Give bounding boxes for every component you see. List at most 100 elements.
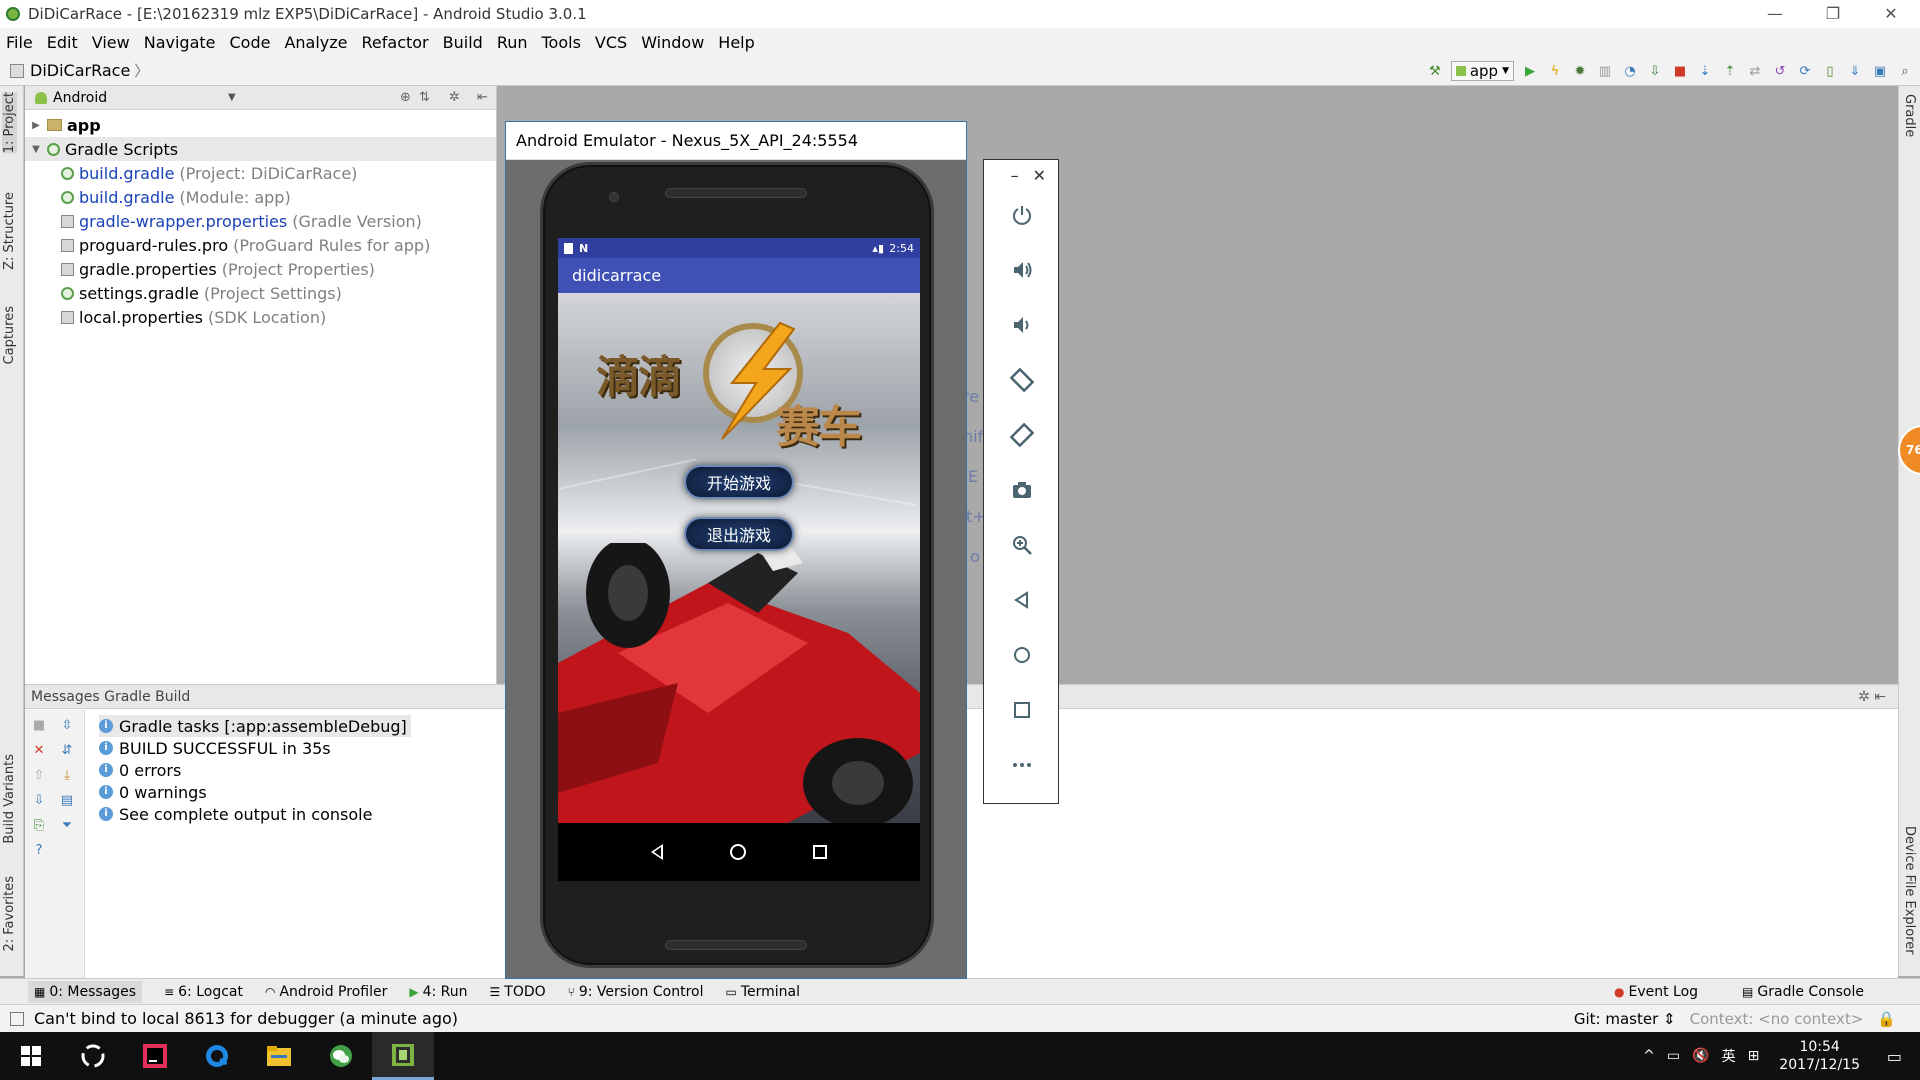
file-explorer-icon[interactable] [248,1032,310,1080]
close-icon[interactable]: ✕ [31,743,47,759]
scroll-from-source-icon[interactable]: ⊕ [400,90,411,105]
git-branch[interactable]: Git: master ⇕ [1574,1010,1676,1028]
start-game-button[interactable]: 开始游戏 [684,465,794,499]
zoom-icon[interactable] [1010,533,1034,557]
vcs-update-icon[interactable]: ⇣ [1696,62,1714,80]
tab-favorites[interactable]: 2: Favorites [2,876,17,952]
help-icon[interactable]: ? [31,843,47,859]
run-config-select[interactable]: app ▼ [1450,61,1514,81]
status-message[interactable]: Can't bind to local 8613 for debugger (a… [34,1009,458,1028]
close-button[interactable]: ✕ [1862,0,1920,28]
volume-up-icon[interactable] [1010,258,1034,282]
chevron-right-icon[interactable]: ▶ [29,120,43,131]
tab-gradle-console[interactable]: ▤ Gradle Console [1742,984,1864,1000]
menu-window[interactable]: Window [639,33,706,52]
message-row[interactable]: i Gradle tasks [:app:assembleDebug] [99,715,411,737]
minimize-button[interactable]: — [1746,0,1804,28]
more-options-icon[interactable] [1010,753,1034,777]
collapse-all-icon[interactable]: ⇵ [59,743,75,759]
volume-muted-icon[interactable]: 🔇 [1692,1048,1709,1064]
camera-screenshot-icon[interactable] [1010,478,1034,502]
context-indicator[interactable]: Context: <no context> [1690,1010,1864,1028]
open-file-icon[interactable]: ⎘ [31,818,47,834]
stop-icon[interactable]: ■ [1671,62,1689,80]
search-icon[interactable]: ⌕ [1896,62,1914,80]
message-row[interactable]: i 0 warnings [99,781,411,803]
settings-gear-icon[interactable]: ✲ ⇤ [1858,689,1886,705]
menu-build[interactable]: Build [441,33,485,52]
tree-row[interactable]: build.gradle (Project: DiDiCarRace) [25,161,496,185]
expand-all-icon[interactable]: ⇳ [59,718,75,734]
breadcrumb-project[interactable]: DiDiCarRace [30,61,130,80]
overview-icon[interactable] [812,845,827,859]
tree-row[interactable]: ▼ Gradle Scripts [25,137,496,161]
notifications-icon[interactable]: ▭ [1887,1047,1902,1066]
autoscroll-icon[interactable]: ▤ [59,793,75,809]
avd-manager-icon[interactable]: ▯ [1821,62,1839,80]
tree-row[interactable]: settings.gradle (Project Settings) [25,281,496,305]
tree-row[interactable]: local.properties (SDK Location) [25,305,496,329]
home-icon[interactable] [729,844,746,860]
action-center-icon[interactable]: ⊞ [1748,1048,1760,1064]
sync-gradle-icon[interactable]: ⟳ [1796,62,1814,80]
lock-icon[interactable]: 🔒 [1877,1010,1896,1028]
message-row[interactable]: i BUILD SUCCESSFUL in 35s [99,737,411,759]
run-icon[interactable]: ▶ [1521,62,1539,80]
vcs-commit-icon[interactable]: ⇡ [1721,62,1739,80]
export-icon[interactable]: ⤓ [59,768,75,784]
tab-captures[interactable]: Captures [2,306,17,364]
back-icon[interactable] [651,844,664,860]
tray-expand-icon[interactable]: ^ [1643,1048,1655,1064]
chevron-down-icon[interactable]: ▼ [29,144,43,155]
message-row[interactable]: i 0 errors [99,759,411,781]
settings-gear-icon[interactable]: ✲ [449,90,460,105]
hide-panel-icon[interactable]: ⇤ [477,90,488,105]
chevron-down-icon[interactable]: ▼ [228,92,236,103]
tool-windows-toggle-icon[interactable] [10,1011,24,1026]
tab-run[interactable]: ▶ 4: Run [409,984,467,1000]
clock[interactable]: 10:54 2017/12/15 [1779,1038,1860,1074]
tab-structure[interactable]: Z: Structure [2,192,17,270]
tab-version-control[interactable]: ⑂ 9: Version Control [568,984,704,1000]
project-view-selector[interactable]: Android [53,90,107,106]
message-row[interactable]: i See complete output in console [99,803,411,825]
tab-gradle[interactable]: Gradle [1902,94,1917,137]
windows-start-icon[interactable] [0,1032,62,1080]
power-icon[interactable] [1010,203,1034,227]
tab-event-log[interactable]: ● Event Log [1614,984,1698,1000]
next-message-icon[interactable]: ⇩ [31,793,47,809]
app-swirl-icon[interactable] [62,1032,124,1080]
minimize-icon[interactable]: – [1011,166,1019,185]
wechat-icon[interactable] [310,1032,372,1080]
menu-navigate[interactable]: Navigate [142,33,218,52]
tab-android-profiler[interactable]: ◠ Android Profiler [265,984,387,1000]
battery-icon[interactable]: ▭ [1667,1048,1680,1064]
rotate-right-icon[interactable] [1010,423,1034,447]
tree-row[interactable]: gradle-wrapper.properties (Gradle Version… [25,209,496,233]
attach-debugger-icon[interactable]: ⇩ [1646,62,1664,80]
close-icon[interactable]: ✕ [1033,166,1046,185]
coverage-icon[interactable]: ▥ [1596,62,1614,80]
browser-q-icon[interactable] [186,1032,248,1080]
tab-todo[interactable]: ☰ TODO [490,984,546,1000]
menu-view[interactable]: View [90,33,132,52]
profile-icon[interactable]: ◔ [1621,62,1639,80]
make-project-icon[interactable]: ⚒ [1426,62,1444,80]
sdk-manager-icon[interactable]: ⇓ [1846,62,1864,80]
tab-project[interactable]: 1: Project [2,92,17,154]
menu-edit[interactable]: Edit [45,33,80,52]
apply-changes-icon[interactable]: ϟ [1546,62,1564,80]
menu-tools[interactable]: Tools [540,33,583,52]
filter-icon[interactable]: ⏷ [59,818,75,834]
collapse-all-icon[interactable]: ⇅ [419,90,430,105]
debug-icon[interactable]: ✹ [1571,62,1589,80]
tab-messages[interactable]: ▦ 0: Messages [28,980,143,1003]
tree-row[interactable]: gradle.properties (Project Properties) [25,257,496,281]
tree-row[interactable]: build.gradle (Module: app) [25,185,496,209]
restore-button[interactable]: ❐ [1804,0,1862,28]
previous-message-icon[interactable]: ⇧ [31,768,47,784]
menu-refactor[interactable]: Refactor [360,33,431,52]
stop-icon[interactable]: ■ [31,718,47,734]
tree-row[interactable]: proguard-rules.pro (ProGuard Rules for ap… [25,233,496,257]
volume-down-icon[interactable] [1010,313,1034,337]
